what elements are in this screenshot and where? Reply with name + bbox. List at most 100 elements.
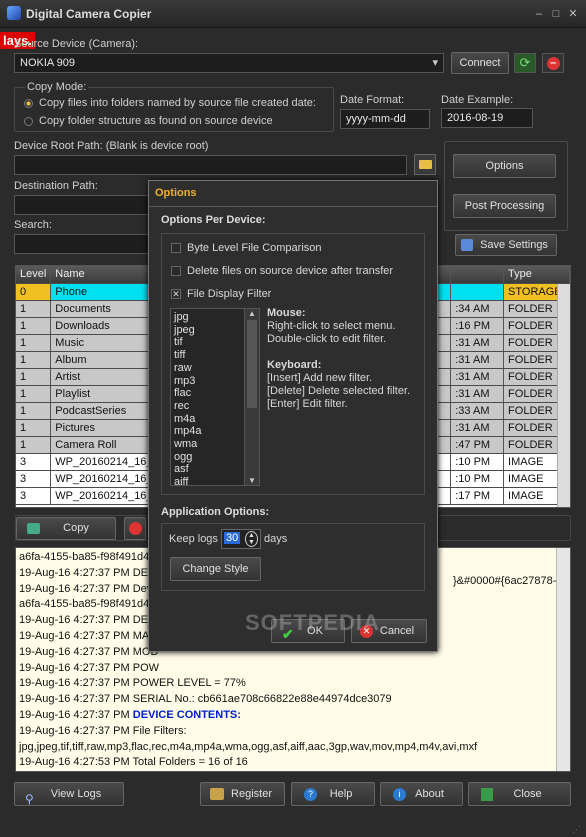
log-line: 19-Aug-16 4:27:37 PM SERIAL No.: cb661ae… [19,693,392,706]
cell-level: 1 [16,368,52,386]
file-filter-label: File Display Filter [187,288,272,300]
cell-time: :34 AM [450,300,505,318]
option-folder-structure-label: Copy folder structure as found on source… [39,115,273,127]
options-button[interactable]: Options [453,154,556,178]
mouse-help: Mouse: Right-click to select menu. Doubl… [267,307,410,411]
source-device-label: Source Device (Camera): [14,38,139,50]
cell-time: :31 AM [450,334,505,352]
cell-time: :16 PM [450,317,505,335]
close-window-icon[interactable]: ✕ [566,7,580,21]
cell-level: 1 [16,385,52,403]
chevron-down-icon: ▾ [432,57,438,69]
days-label: days [264,533,288,545]
header-type[interactable]: Type [503,266,570,284]
cell-level: 3 [16,453,52,471]
about-label: About [415,788,444,800]
register-icon [210,788,224,800]
cell-time: :10 PM [450,470,505,488]
cell-level: 1 [16,402,52,420]
keep-logs-value[interactable]: 30 [224,532,241,544]
register-button[interactable]: Register [200,782,285,806]
close-button[interactable]: Close [468,782,571,806]
watermark: SOFTPEDIA [245,610,380,635]
close-label: Close [513,788,542,800]
device-root-path-label: Device Root Path: (Blank is device root) [14,140,209,152]
cell-time [450,283,505,301]
log-line: 19-Aug-16 4:27:37 PM File Filters: [19,724,187,737]
device-select[interactable]: NOKIA 909 ▾ [14,53,444,73]
radio-folder-structure[interactable] [24,117,33,126]
scroll-thumb[interactable] [247,320,257,408]
dialog-titlebar-divider [149,206,437,207]
cell-time: :31 AM [450,351,505,369]
camera-app-icon [7,6,21,20]
refresh-icon[interactable]: ⟳ [514,53,536,73]
copy-icon [27,523,40,534]
spinner-arrows-icon[interactable]: ▲ ▼ [245,531,258,547]
keyboard-title: Keyboard: [267,359,322,371]
byte-level-checkbox[interactable]: Byte Level File Comparison [171,242,322,254]
destination-path-label: Destination Path: [14,180,98,192]
stop-icon [128,522,142,535]
copy-label: Copy [63,522,89,534]
window-title: Digital Camera Copier [26,7,152,21]
save-settings-label: Save Settings [480,239,548,251]
view-logs-button[interactable]: ⚲ View Logs [14,782,124,806]
title-bar: Digital Camera Copier – □ ✕ [0,0,586,28]
date-format-field[interactable]: yyyy-mm-dd [340,109,430,129]
scroll-down-icon[interactable]: ▼ [245,476,259,485]
cell-level: 3 [16,470,52,488]
cell-level: 1 [16,436,52,454]
minimize-icon[interactable]: – [532,7,546,21]
filter-list[interactable]: jpg jpeg tif tiff raw mp3 flac rec m4a mp4a wma ogg… [170,308,260,486]
filter-list-scrollbar[interactable]: ▲ ▼ [244,309,259,485]
key-help-2: [Delete] Delete selected filter. [267,385,411,397]
resize-grip[interactable]: ⋰ [572,824,581,835]
save-icon [461,239,473,251]
cell-time: :17 PM [450,487,505,505]
help-label: Help [329,788,353,800]
folder-browse-icon[interactable] [414,154,436,175]
connect-button[interactable]: Connect [451,52,509,74]
log-scrollbar[interactable] [556,548,570,771]
cell-level: 1 [16,300,52,318]
cell-level: 0 [16,283,52,301]
delete-files-label: Delete files on source device after tran… [187,265,394,277]
key-help-3: [Enter] Edit filter. [267,398,348,410]
date-example-field: 2016-08-19 [441,108,533,128]
keep-logs-label: Keep logs [169,533,218,545]
help-button[interactable]: ? Help [291,782,375,806]
delete-files-checkbox[interactable]: Delete files on source device after tran… [171,265,393,277]
maximize-icon[interactable]: □ [549,7,563,21]
exit-icon [481,788,493,801]
dialog-title: Options [155,187,197,199]
keep-logs-spinner[interactable]: 30 ▲ ▼ [221,529,261,549]
copy-button[interactable]: Copy [16,517,116,540]
log-line: 19-Aug-16 4:27:53 PM Total Files = 279 o… [19,771,567,772]
disconnect-icon[interactable]: – [542,53,564,73]
cell-time: :33 AM [450,402,505,420]
log-line: jpg,jpeg,tif,tiff,raw,mp3,flac,rec,m4a,m… [19,740,478,753]
file-filter-checkbox[interactable]: ✕ File Display Filter [171,288,271,300]
save-settings-button[interactable]: Save Settings [455,234,557,256]
help-icon: ? [304,788,317,801]
stop-button[interactable] [124,517,146,540]
about-button[interactable]: i About [380,782,463,806]
info-icon: i [393,788,406,801]
app-options-label: Application Options: [161,506,270,518]
destination-path-input[interactable] [14,195,154,215]
radio-date-folders[interactable] [24,99,33,108]
cell-time: :47 PM [450,436,505,454]
scroll-up-icon[interactable]: ▲ [245,309,259,318]
log-line: 19-Aug-16 4:27:37 PM POWER LEVEL = 77% [19,677,246,690]
post-processing-button[interactable]: Post Processing [453,194,556,218]
change-style-button[interactable]: Change Style [170,557,261,581]
log-line: 19-Aug-16 4:27:37 PM DEVICE CONTENTS: [19,708,241,721]
search-label: Search: [14,219,52,231]
device-value: NOKIA 909 [20,57,76,69]
table-scrollbar[interactable] [557,284,570,507]
header-level[interactable]: Level [16,266,52,284]
device-root-path-input[interactable] [14,155,407,175]
per-device-label: Options Per Device: [161,214,266,226]
search-input[interactable] [14,234,154,254]
